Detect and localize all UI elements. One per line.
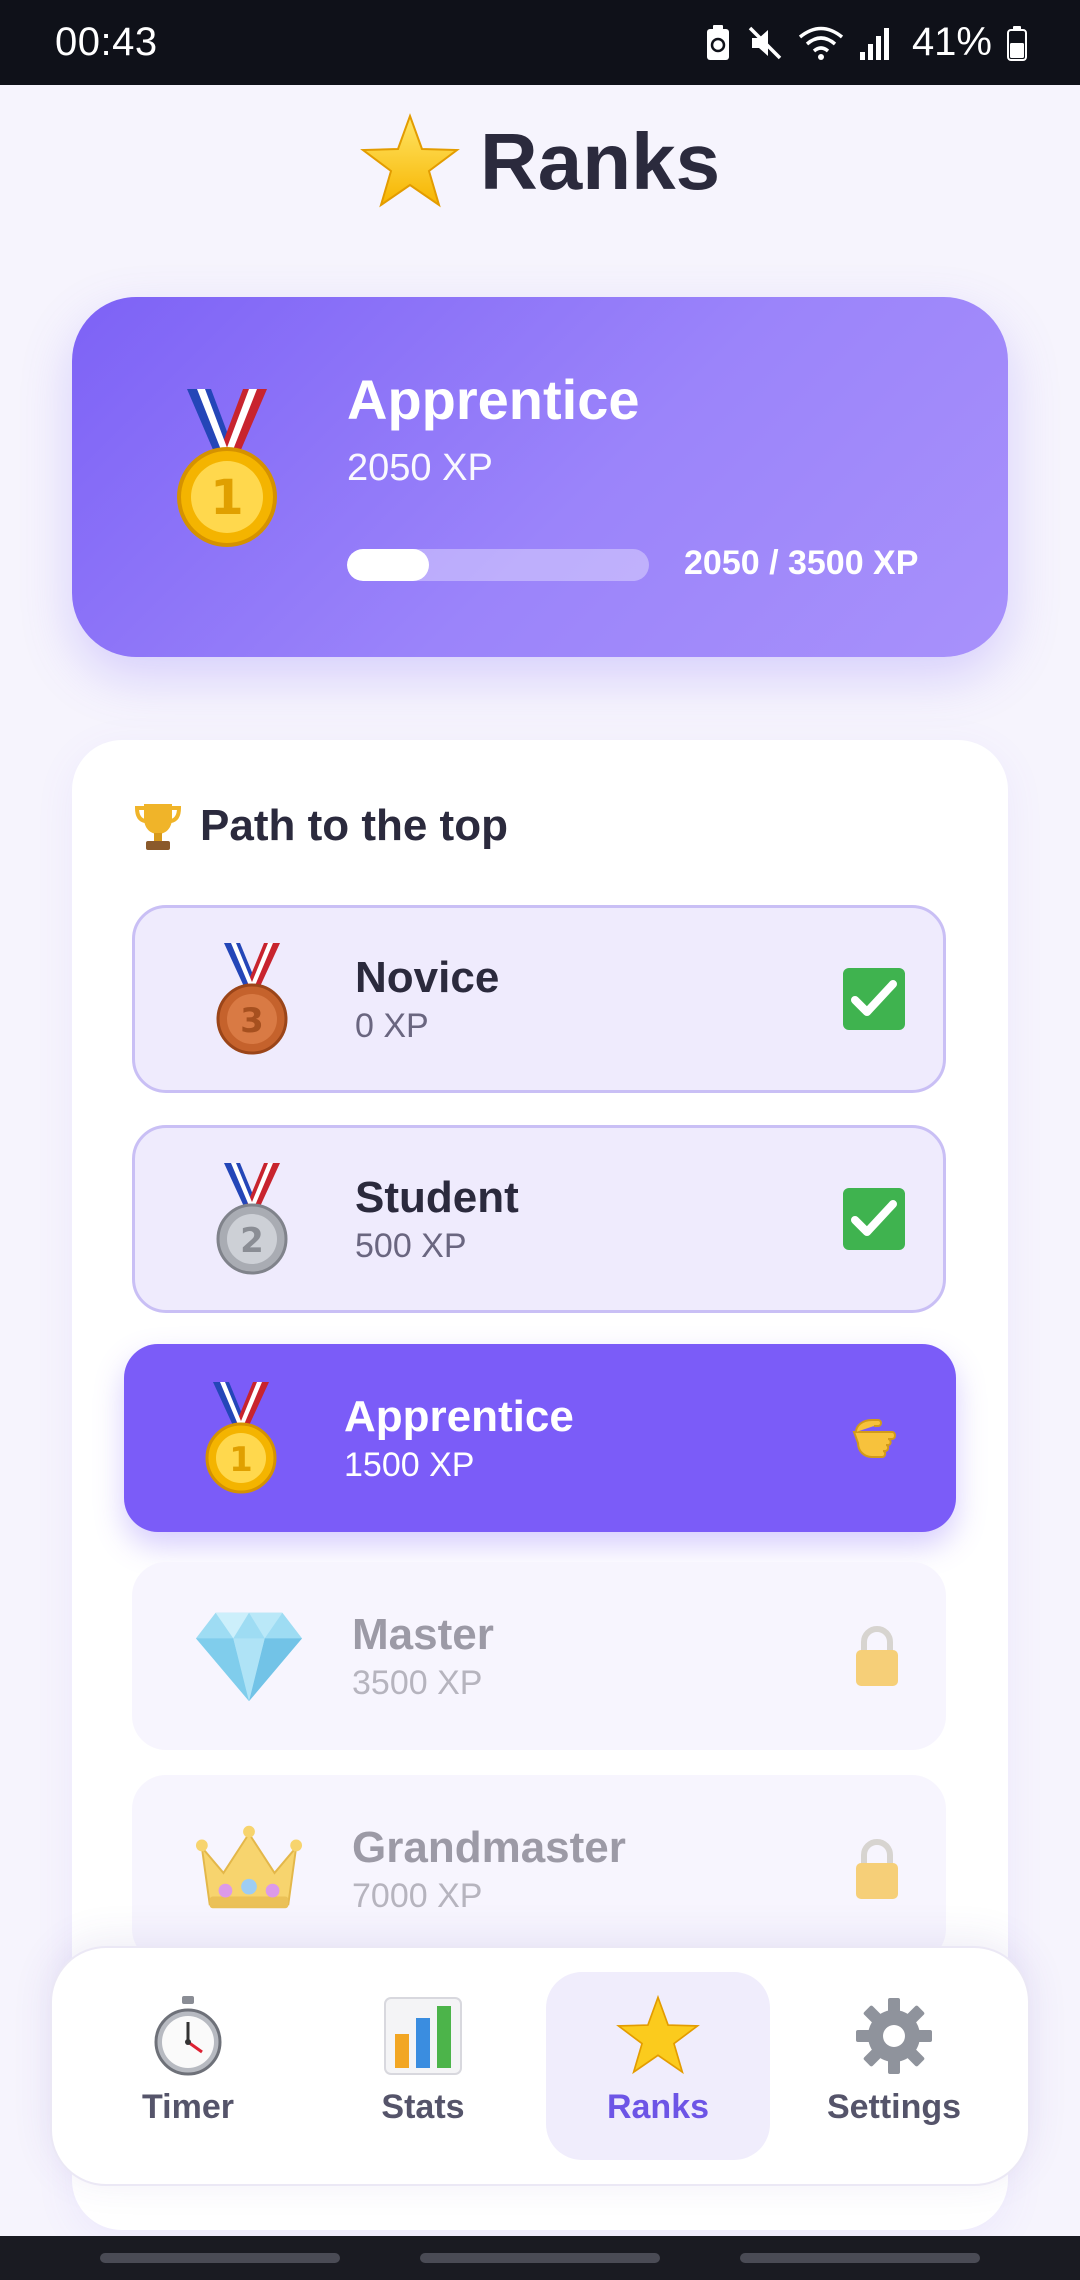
nav-label: Settings: [826, 2088, 962, 2126]
rank-name: Student: [355, 1172, 519, 1222]
mute-icon: [748, 26, 782, 59]
pointing-hand-icon: [852, 1419, 896, 1458]
signal-icon: [859, 27, 889, 60]
svg-text:3: 3: [240, 1001, 264, 1041]
svg-text:1: 1: [210, 470, 243, 526]
rank-row-apprentice[interactable]: 1 Apprentice 1500 XP: [124, 1344, 956, 1532]
rank-progress-text: 2050 / 3500 XP: [684, 544, 919, 582]
gold-medal-icon: 1: [177, 389, 277, 547]
nav-label: Timer: [142, 2088, 234, 2126]
crown-icon: [194, 1804, 304, 1934]
check-icon: [843, 1188, 905, 1250]
silver-medal-icon: 2: [197, 1154, 307, 1284]
page-header: Ranks: [0, 112, 1080, 212]
rank-name: Grandmaster: [352, 1822, 626, 1872]
nav-label: Stats: [381, 2088, 465, 2126]
rank-row-master[interactable]: Master 3500 XP: [132, 1562, 946, 1750]
page-title: Ranks: [479, 117, 721, 206]
bar-chart-icon: [384, 1997, 462, 2075]
battery-icon: [1007, 25, 1027, 61]
rank-row-student[interactable]: 2 Student 500 XP: [132, 1125, 946, 1313]
stopwatch-icon: [154, 1996, 222, 2076]
wifi-icon: [798, 26, 844, 60]
lock-icon: [856, 1839, 898, 1899]
system-recents-button[interactable]: [100, 2253, 340, 2263]
svg-text:2: 2: [240, 1221, 264, 1261]
gear-icon: [856, 1998, 932, 2074]
rank-row-grandmaster[interactable]: Grandmaster 7000 XP: [132, 1775, 946, 1963]
gold-medal-icon: 1: [186, 1373, 296, 1503]
status-icons: 41%: [704, 20, 1028, 65]
rank-xp: 7000 XP: [352, 1876, 483, 1915]
nav-item-settings[interactable]: Settings: [782, 1972, 1006, 2160]
status-bar: 00:43 41%: [0, 0, 1080, 85]
star-icon: [360, 113, 460, 208]
current-rank-card: 1 Apprentice 2050 XP 2050 / 3500 XP: [72, 297, 1008, 657]
trophy-icon: [134, 804, 182, 850]
bottom-nav: Timer Stats Ranks Settings: [50, 1946, 1030, 2186]
rank-xp: 1500 XP: [344, 1445, 475, 1484]
path-title: Path to the top: [200, 801, 508, 850]
nav-item-stats[interactable]: Stats: [311, 1972, 535, 2160]
lock-icon: [856, 1626, 898, 1686]
path-heading: Path to the top: [134, 800, 508, 852]
battery-saver-icon: [706, 24, 729, 60]
rank-xp: 500 XP: [355, 1226, 467, 1265]
status-time: 00:43: [55, 20, 158, 64]
rank-name: Novice: [355, 952, 500, 1002]
rank-xp: 3500 XP: [352, 1663, 483, 1702]
rank-xp: 0 XP: [355, 1006, 429, 1045]
rank-progress-fill: [347, 549, 429, 581]
rank-name: Master: [352, 1609, 494, 1659]
star-icon: [616, 1994, 700, 2075]
diamond-icon: [194, 1591, 304, 1721]
bronze-medal-icon: 3: [197, 934, 307, 1064]
system-back-button[interactable]: [740, 2253, 980, 2263]
nav-item-ranks[interactable]: Ranks: [546, 1972, 770, 2160]
current-rank-xp: 2050 XP: [347, 447, 493, 489]
check-icon: [843, 968, 905, 1030]
current-rank-name: Apprentice: [347, 368, 640, 431]
system-nav-bar: [0, 2236, 1080, 2280]
nav-label: Ranks: [606, 2088, 710, 2126]
system-home-button[interactable]: [420, 2253, 660, 2263]
rank-name: Apprentice: [344, 1391, 574, 1441]
svg-text:1: 1: [229, 1440, 253, 1480]
nav-item-timer[interactable]: Timer: [76, 1972, 300, 2160]
rank-row-novice[interactable]: 3 Novice 0 XP: [132, 905, 946, 1093]
battery-percent: 41%: [911, 20, 992, 64]
rank-progress-bar: [347, 549, 649, 581]
